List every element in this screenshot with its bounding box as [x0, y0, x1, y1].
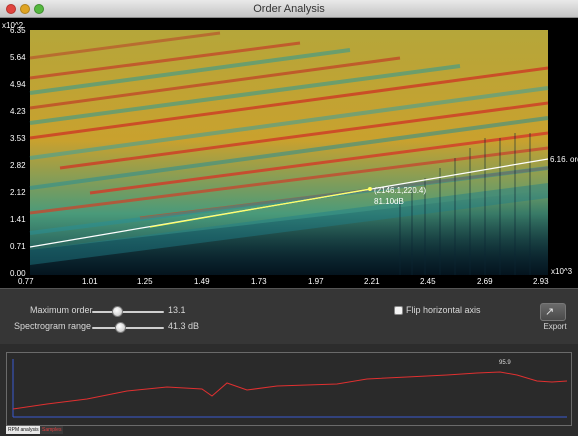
x-tick-label: 0.77: [18, 277, 34, 286]
y-tick-label: 4.23: [10, 107, 26, 116]
x-tick-label: 2.45: [420, 277, 436, 286]
max-order-slider-track[interactable]: [92, 311, 164, 313]
y-tick-label: 0.71: [10, 242, 26, 251]
rpm-peak-value: 95.9: [499, 360, 511, 366]
x-tick-label: 1.49: [194, 277, 210, 286]
cursor-level: 81.10dB: [374, 197, 404, 206]
x-tick-label: 1.01: [82, 277, 98, 286]
export-label: Export: [543, 322, 567, 331]
spectrogram-range-value: 41.3 dB: [168, 321, 200, 331]
cursor-coords: (2146.1,220.4): [374, 186, 426, 195]
max-order-value: 13.1: [168, 305, 186, 315]
x-tick-label: 1.73: [251, 277, 267, 286]
spectrogram-range-slider-knob[interactable]: [115, 322, 127, 333]
y-tick-label: 4.94: [10, 80, 26, 89]
y-tick-label: 1.41: [10, 215, 26, 224]
max-order-slider-knob[interactable]: [111, 306, 123, 317]
y-tick-label: 6.35: [10, 26, 26, 35]
export-button[interactable]: ↗: [540, 303, 566, 321]
max-order-label: Maximum order: [30, 305, 93, 315]
x-tick-label: 1.25: [137, 277, 153, 286]
controls-panel: Maximum order 13.1 Spectrogram range 41.…: [0, 288, 578, 344]
x-tick-label: 1.97: [308, 277, 324, 286]
y-tick-label: 2.12: [10, 188, 26, 197]
order-line-label: 6.16. ord: [550, 155, 578, 164]
y-axis-ticks: 6.35 5.64 4.94 4.23 3.53 2.82 2.12 1.41 …: [10, 26, 26, 278]
export-icon: ↗: [545, 306, 555, 318]
rpm-plot: 95.9: [12, 359, 568, 418]
rpm-analysis-panel: 95.9 RPM analysis Samples: [0, 344, 578, 436]
title-bar[interactable]: Order Analysis: [0, 0, 578, 18]
x-tick-label: 2.69: [477, 277, 493, 286]
x-axis-multiplier: x10^3: [551, 267, 573, 276]
flip-horizontal-checkbox[interactable]: [394, 306, 403, 315]
samples-tab[interactable]: Samples: [40, 426, 64, 434]
rpm-trace: [12, 371, 568, 410]
x-tick-label: 2.21: [364, 277, 380, 286]
flip-horizontal-label: Flip horizontal axis: [406, 305, 481, 315]
rpm-analysis-tab[interactable]: RPM analysis: [6, 426, 41, 434]
window-title: Order Analysis: [253, 3, 325, 15]
spectrogram-panel[interactable]: 6.16. ord (2146.1,220.4) 81.10dB x10^2 x…: [0, 18, 578, 288]
y-tick-label: 5.64: [10, 53, 26, 62]
y-tick-label: 3.53: [10, 134, 26, 143]
spectrogram-range-label: Spectrogram range: [14, 321, 92, 331]
rpm-plot-area[interactable]: 95.9: [6, 352, 572, 426]
y-tick-label: 2.82: [10, 161, 26, 170]
spectrogram-range-slider-track[interactable]: [92, 327, 164, 329]
cursor-marker[interactable]: [368, 187, 372, 191]
x-tick-label: 2.93: [533, 277, 549, 286]
x-axis-ticks: 0.77 1.01 1.25 1.49 1.73 1.97 2.21 2.45 …: [18, 277, 549, 286]
spectrogram-plot[interactable]: 6.16. ord (2146.1,220.4) 81.10dB x10^2 x…: [0, 18, 578, 288]
